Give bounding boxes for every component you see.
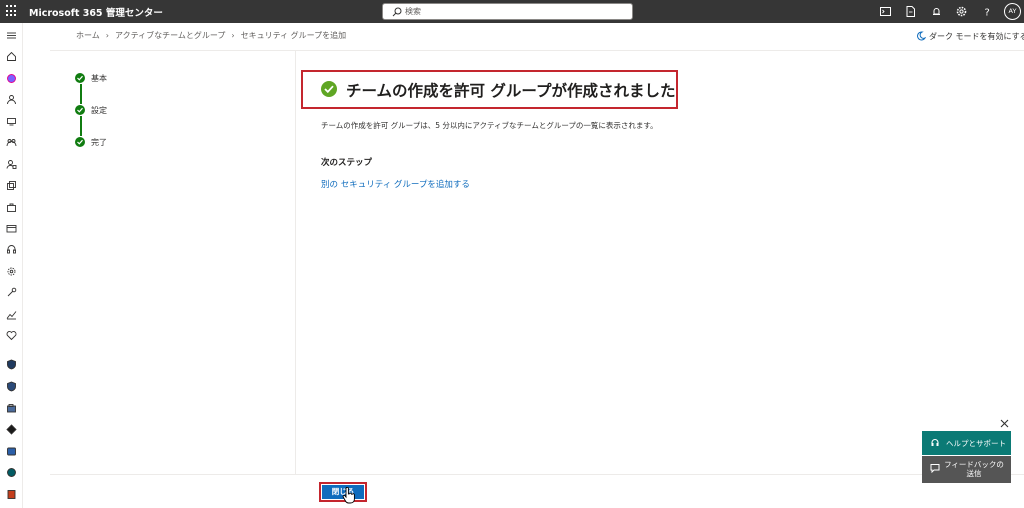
step-connector	[80, 116, 82, 136]
breadcrumb-home[interactable]: ホーム	[76, 31, 100, 40]
sharepoint-icon[interactable]	[6, 467, 17, 478]
header-divider	[50, 50, 1024, 51]
check-circle-icon	[75, 105, 85, 115]
step-label: 基本	[91, 74, 107, 83]
result-description: チームの作成を許可 グループは、5 分以内にアクティブなチームとグループの一覧に…	[321, 121, 658, 130]
billing-icon[interactable]	[6, 223, 17, 234]
feedback-button[interactable]: フィードバックの送信	[922, 456, 1011, 483]
check-circle-icon	[75, 137, 85, 147]
exchange-icon[interactable]	[6, 446, 17, 457]
health-icon[interactable]	[6, 330, 17, 341]
result-title-highlight: チームの作成を許可 グループが作成されました	[301, 70, 678, 109]
feedback-label: フィードバックの送信	[944, 460, 1004, 478]
moon-icon	[917, 31, 926, 41]
terminal-icon[interactable]	[879, 5, 892, 18]
chevron-right-icon: ›	[231, 31, 235, 40]
success-check-icon	[321, 81, 337, 97]
left-nav-rail	[0, 23, 23, 508]
step-label: 完了	[91, 138, 107, 147]
user-icon[interactable]	[6, 94, 17, 105]
feedback-icon	[930, 464, 940, 473]
next-steps-heading: 次のステップ	[321, 158, 373, 168]
menu-icon[interactable]	[6, 30, 17, 41]
help-support-label: ヘルプとサポート	[946, 439, 1006, 448]
chevron-right-icon: ›	[105, 31, 109, 40]
teams-icon[interactable]	[6, 137, 17, 148]
document-icon[interactable]	[904, 5, 917, 18]
marketplace-icon[interactable]	[6, 202, 17, 213]
panel-divider	[295, 51, 296, 474]
setup-icon[interactable]	[6, 287, 17, 298]
reports-icon[interactable]	[6, 309, 17, 320]
settings-icon[interactable]	[6, 266, 17, 277]
step-label: 設定	[91, 106, 107, 115]
resources-icon[interactable]	[6, 180, 17, 191]
support-icon[interactable]	[6, 244, 17, 255]
devices-icon[interactable]	[6, 116, 17, 127]
breadcrumb-teams-groups[interactable]: アクティブなチームとグループ	[115, 31, 225, 40]
step-connector	[80, 84, 82, 104]
security-icon[interactable]	[6, 359, 17, 370]
search-placeholder: 検索	[405, 7, 421, 16]
gear-icon[interactable]	[955, 5, 968, 18]
hand-pointer-icon	[342, 487, 355, 504]
compliance-icon[interactable]	[6, 403, 17, 414]
home-icon[interactable]	[6, 51, 17, 62]
close-icon[interactable]	[999, 418, 1010, 429]
breadcrumb: ホーム › アクティブなチームとグループ › セキュリティ グループを追加	[76, 30, 346, 41]
svg-text:?: ?	[985, 8, 990, 19]
footer-divider	[50, 474, 1024, 475]
office-icon[interactable]	[6, 489, 17, 500]
check-circle-icon	[75, 73, 85, 83]
app-title[interactable]: Microsoft 365 管理センター	[29, 5, 163, 19]
app-launcher-icon[interactable]	[6, 5, 18, 17]
search-input[interactable]: 検索	[382, 3, 633, 20]
avatar[interactable]: AY	[1004, 3, 1021, 20]
defender-icon[interactable]	[6, 381, 17, 392]
headset-icon	[931, 439, 939, 446]
roles-icon[interactable]	[6, 159, 17, 170]
bell-icon[interactable]	[930, 5, 943, 18]
add-another-group-link[interactable]: 別の セキュリティ グループを追加する	[321, 178, 470, 190]
search-icon	[392, 7, 402, 17]
breadcrumb-current: セキュリティ グループを追加	[240, 31, 347, 40]
copilot-icon[interactable]	[6, 73, 17, 84]
help-support-button[interactable]: ヘルプとサポート	[922, 431, 1011, 455]
dark-mode-label: ダーク モードを有効にする	[929, 32, 1024, 41]
azure-icon[interactable]	[6, 424, 17, 435]
dark-mode-toggle[interactable]: ダーク モードを有効にする	[916, 31, 1024, 42]
top-bar: Microsoft 365 管理センター 検索 ? AY	[0, 0, 1024, 23]
result-title: チームの作成を許可 グループが作成されました	[346, 82, 676, 100]
help-icon[interactable]: ?	[981, 5, 994, 19]
